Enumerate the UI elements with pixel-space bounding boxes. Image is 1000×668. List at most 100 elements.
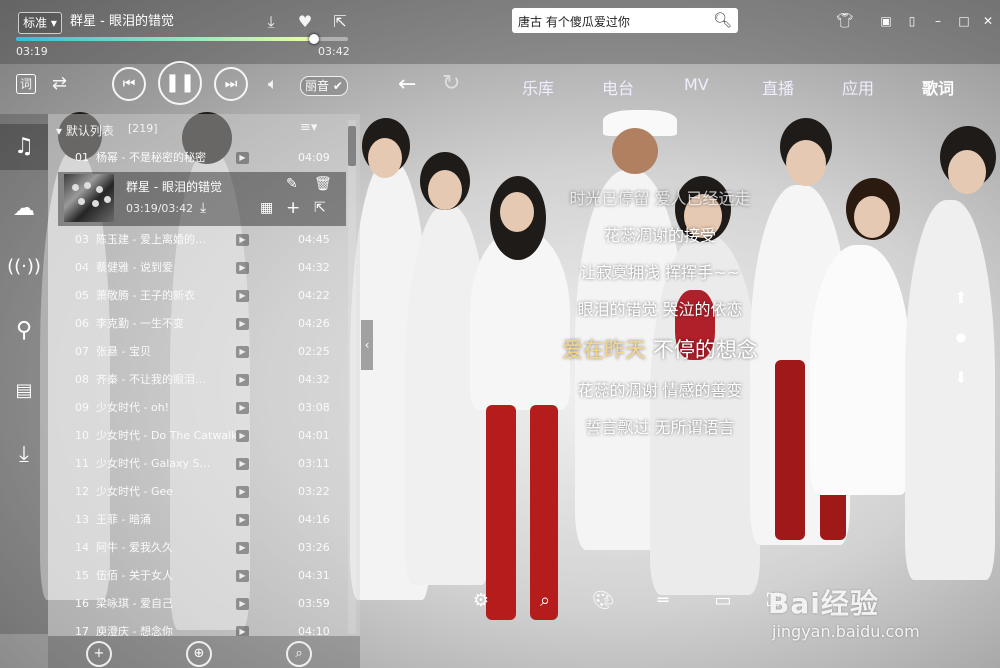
mv-icon[interactable]: ▶ [236,234,249,246]
shuffle-icon[interactable]: ⇄ [52,73,67,94]
playlist-search-icon[interactable]: ⌕ [286,641,312,667]
layout-toggle-icon[interactable]: ═ [652,590,674,611]
music-note-icon[interactable]: ♫ [0,124,48,170]
next-button[interactable]: ⏭︎ [214,67,248,101]
playlist-row[interactable]: 13 王菲 - 暗涌 04:16 ▶ [48,506,348,534]
row-number: 17 [75,625,89,636]
lyric-offset-down-icon[interactable]: ⬇ [954,368,968,387]
playlist-menu-icon[interactable]: ≡▾ [300,120,317,135]
playlist-row[interactable]: 16 梁咏琪 - 爱自己 03:59 ▶ [48,590,348,618]
add-icon[interactable]: + [286,198,300,218]
heart-icon[interactable]: ♥ [294,12,316,32]
mv-icon[interactable]: ▶ [236,374,249,386]
playlist-row[interactable]: 03 陈玉建 - 爱上离婚的… 04:45 ▶ [48,226,348,254]
refresh-icon[interactable]: ↻ [442,71,460,96]
row-number: 16 [75,597,89,610]
quality-dropdown[interactable]: 标准 ▾ [18,12,62,34]
share-icon[interactable]: ⇱ [329,12,351,32]
playlist-row[interactable]: 11 少女时代 - Galaxy S… 03:11 ▶ [48,450,348,478]
playlist-row[interactable]: 14 阿牛 - 爱我久久 03:26 ▶ [48,534,348,562]
settings-gear-icon[interactable]: ⚙ [470,590,492,611]
download-icon[interactable]: ⤓ [260,12,282,32]
row-share-icon[interactable]: ⇱ [314,200,326,216]
local-music-icon[interactable]: ▤ [0,368,48,414]
now-playing-row[interactable]: 群星 - 眼泪的错觉 03:19/03:42 ✎ 🗑︎ ⤓ ▦ + ⇱ [58,172,346,226]
tab-apps[interactable]: 应用 [842,75,874,99]
row-number: 14 [75,541,89,554]
mini-mode-icon[interactable]: ▯ [904,14,920,28]
edit-icon[interactable]: ✎ [286,176,298,192]
playlist-name[interactable]: ▾ 默认列表 [56,122,114,139]
skin-icon[interactable]: 👕︎ [836,14,854,28]
lyric-offset-dot[interactable]: ● [954,330,968,344]
mv-icon[interactable]: ▶ [236,570,249,582]
mv-icon[interactable]: ▶ [236,318,249,330]
sound-effect-button[interactable]: 丽音 ✔ [300,76,348,96]
row-duration: 04:45 [298,233,330,246]
playlist-row[interactable]: 15 伍佰 - 关于女人 04:31 ▶ [48,562,348,590]
mv-icon[interactable]: ▶ [236,290,249,302]
tab-mv[interactable]: MV [684,75,709,94]
playlist-row[interactable]: 17 庾澄庆 - 想念你 04:10 ▶ [48,618,348,636]
mv-icon[interactable]: ▶ [236,486,249,498]
previous-button[interactable]: ⏮︎ [112,67,146,101]
search-input[interactable] [516,11,710,31]
delete-icon[interactable]: 🗑︎ [314,176,332,192]
mv-icon[interactable]: ▶ [236,430,249,442]
tab-live[interactable]: 直播 [762,75,794,99]
playlist-row[interactable]: 01 杨幂 - 不是秘密的秘密 04:09 ▶ [48,144,348,172]
playlist-row[interactable]: 12 少女时代 - Gee 03:22 ▶ [48,478,348,506]
mv-icon[interactable]: ▶ [236,626,249,636]
mv-icon[interactable]: ▶ [236,152,249,164]
playlist-row[interactable]: 07 张悬 - 宝贝 02:25 ▶ [48,338,348,366]
tab-lyrics[interactable]: 歌词 [922,75,954,99]
now-playing-time: 03:19/03:42 [126,202,194,215]
lyric-search-icon[interactable]: ⌕ [534,590,556,611]
palette-icon[interactable]: 🎨︎ [592,590,615,611]
tab-library[interactable]: 乐库 [522,75,554,99]
scroll-thumb[interactable] [348,126,356,166]
minimize-icon[interactable]: – [930,14,946,28]
download-manager-icon[interactable]: ⤓ [0,432,48,478]
back-arrow-icon[interactable]: ← [398,72,416,97]
mv-icon[interactable]: ▶ [236,598,249,610]
mv-icon[interactable]: ▶ [236,542,249,554]
collapse-panel-button[interactable]: ‹ [361,320,373,370]
playlist-row[interactable]: 05 萧敬腾 - 王子的新衣 04:22 ▶ [48,282,348,310]
tab-radio[interactable]: 电台 [602,75,634,99]
row-duration: 03:26 [298,541,330,554]
playback-progress-bar[interactable] [16,34,348,44]
row-download-icon[interactable]: ⤓ [200,200,206,216]
mv-icon[interactable]: ▶ [236,458,249,470]
lyric-offset-up-icon[interactable]: ⬆ [954,288,968,307]
mv-icon[interactable]: ▶ [236,262,249,274]
mv-icon[interactable]: ▶ [236,346,249,358]
row-title: 庾澄庆 - 想念你 [96,625,173,636]
desktop-lyrics-icon[interactable]: ▭ [712,590,734,611]
now-playing-title: 群星 - 眼泪的错觉 [126,180,222,194]
search-icon[interactable]: 🔍︎ [713,11,732,29]
lyric-current-line: 爱在昨天 不停的想念 [440,334,880,364]
playlist-row[interactable]: 08 齐秦 - 不让我的眼泪… 04:32 ▶ [48,366,348,394]
playlist-row[interactable]: 06 李克勤 - 一生不变 04:26 ▶ [48,310,348,338]
playlist-scrollbar[interactable] [348,120,356,634]
pause-button[interactable]: ❚❚ [158,61,202,105]
locate-icon[interactable]: ⊕ [186,641,212,667]
add-playlist-icon[interactable]: + [86,641,112,667]
radio-antenna-icon[interactable]: ((·)) [0,244,48,290]
playlist-row[interactable]: 10 少女时代 - Do The Catwalk 04:01 ▶ [48,422,348,450]
playlist-row[interactable]: 04 蔡健雅 - 说到爱 04:32 ▶ [48,254,348,282]
mv-icon[interactable]: ▶ [236,402,249,414]
row-duration: 03:08 [298,401,330,414]
menu-icon[interactable]: ▣ [878,14,894,28]
close-icon[interactable]: ✕ [980,14,996,28]
cloud-icon[interactable]: ☁ [0,186,48,232]
search-box[interactable]: 🔍︎ [512,8,738,33]
row-mv-icon[interactable]: ▦ [260,200,273,216]
location-pin-icon[interactable]: ⚲ [0,308,48,354]
playlist-row[interactable]: 09 少女时代 - oh! 03:08 ▶ [48,394,348,422]
mv-icon[interactable]: ▶ [236,514,249,526]
maximize-icon[interactable]: □ [956,14,972,28]
volume-icon[interactable]: 🔈︎ [268,74,278,94]
lyrics-toggle-icon[interactable]: 词 [16,74,36,94]
